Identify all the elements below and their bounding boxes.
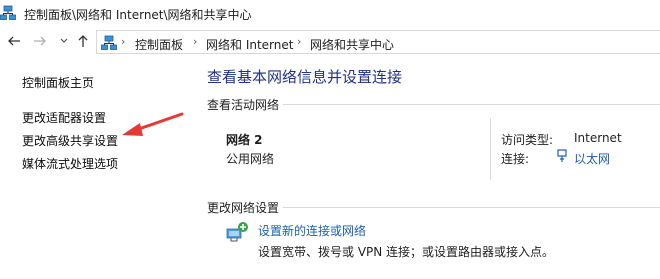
sidebar-item-media-streaming[interactable]: 媒体流式处理选项	[22, 155, 118, 172]
ethernet-icon	[556, 149, 568, 166]
network-center-icon	[0, 5, 16, 20]
network-type[interactable]: 公用网络	[226, 150, 274, 167]
address-bar[interactable]: › 控制面板 › 网络和 Internet › 网络和共享中心	[96, 30, 660, 54]
breadcrumb-separator: ›	[297, 35, 302, 48]
window-title: 控制面板\网络和 Internet\网络和共享中心	[24, 8, 252, 22]
up-arrow-icon[interactable]	[75, 34, 91, 50]
forward-arrow-icon[interactable]	[32, 34, 48, 50]
connection-label: 连接:	[501, 152, 530, 166]
title-bar: 控制面板\网络和 Internet\网络和共享中心	[0, 0, 660, 28]
vertical-divider	[490, 118, 491, 180]
network-name: 网络 2	[226, 133, 263, 147]
breadcrumb-separator: ›	[193, 35, 198, 48]
sidebar-item-control-panel-home[interactable]: 控制面板主页	[22, 74, 94, 91]
section-divider	[283, 104, 660, 105]
setup-connection-description: 设置宽带、拨号或 VPN 连接；或设置路由器或接入点。	[258, 245, 555, 259]
section-divider	[283, 207, 660, 208]
access-type-label: 访问类型:	[501, 133, 554, 147]
access-type-value: Internet	[574, 131, 622, 145]
connection-link[interactable]: 以太网	[574, 150, 610, 167]
change-settings-heading: 更改网络设置	[207, 201, 280, 215]
setup-connection-link[interactable]: 设置新的连接或网络	[258, 222, 366, 239]
chevron-down-icon[interactable]	[56, 34, 72, 50]
sidebar-item-advanced-sharing[interactable]: 更改高级共享设置	[22, 132, 118, 149]
new-connection-icon	[226, 222, 248, 242]
breadcrumb-item-control-panel[interactable]: 控制面板	[135, 36, 183, 53]
breadcrumb-item-network-internet[interactable]: 网络和 Internet	[206, 36, 293, 53]
page-title: 查看基本网络信息并设置连接	[207, 68, 403, 86]
breadcrumb-separator: ›	[121, 35, 126, 48]
active-networks-heading: 查看活动网络	[207, 98, 280, 112]
breadcrumb-item-sharing-center[interactable]: 网络和共享中心	[310, 36, 394, 53]
sidebar-item-change-adapter[interactable]: 更改适配器设置	[22, 109, 106, 126]
network-center-icon	[101, 35, 117, 50]
back-arrow-icon[interactable]	[6, 34, 22, 50]
